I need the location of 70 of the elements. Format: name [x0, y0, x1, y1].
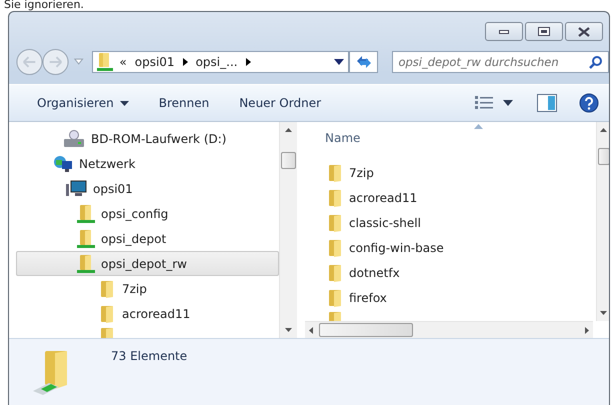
scrollbar[interactable] — [305, 321, 593, 338]
overflow-chevron[interactable]: « — [119, 55, 127, 69]
scroll-left-icon[interactable] — [309, 326, 313, 334]
minimize-icon — [499, 30, 509, 34]
tree-item[interactable]: Netzwerk — [16, 151, 279, 176]
scroll-up-icon[interactable] — [285, 128, 292, 132]
folder-icon — [100, 280, 116, 298]
close-button[interactable] — [565, 22, 603, 41]
folder-icon — [328, 164, 344, 182]
dropdown-icon[interactable] — [503, 100, 513, 106]
shared-folder-icon — [77, 228, 95, 248]
scroll-down-icon[interactable] — [600, 311, 607, 315]
file-item[interactable]: 7zip — [327, 160, 596, 185]
computer-icon — [65, 180, 87, 198]
folder-icon — [328, 188, 344, 206]
tree-item[interactable]: 7zip — [16, 276, 279, 301]
folder-icon — [328, 238, 344, 256]
file-item[interactable]: firefox — [327, 285, 596, 310]
tree-item[interactable]: opsi_config — [16, 201, 279, 226]
column-header[interactable]: Name — [325, 131, 360, 145]
scroll-thumb[interactable] — [598, 148, 609, 165]
address-bar[interactable]: « opsi01 opsi_... — [92, 51, 350, 73]
folder-icon — [100, 304, 116, 322]
shared-folder-icon — [97, 52, 114, 72]
tree-item[interactable]: opsi_depot — [16, 226, 279, 251]
dropdown-icon[interactable] — [334, 59, 344, 65]
scroll-thumb[interactable] — [281, 152, 296, 169]
view-options-icon[interactable] — [475, 96, 493, 110]
caption-text: Sie ignorieren. — [3, 0, 85, 11]
folder-icon — [328, 214, 344, 232]
breadcrumb[interactable]: opsi01 — [134, 55, 175, 69]
scrollbar[interactable] — [279, 122, 297, 338]
folder-icon — [328, 288, 344, 306]
shared-folder-icon — [77, 204, 95, 224]
breadcrumb[interactable]: opsi_... — [196, 55, 238, 69]
scrollbar[interactable] — [596, 122, 609, 321]
sort-arrow-icon — [474, 124, 483, 129]
help-icon[interactable] — [579, 93, 599, 113]
close-icon — [578, 26, 590, 36]
search-field[interactable]: opsi_depot_rw durchsuchen — [392, 51, 609, 73]
toolbar-button[interactable]: Neuer Ordner — [231, 93, 330, 113]
scroll-up-icon[interactable] — [600, 128, 607, 132]
network-icon — [53, 154, 73, 172]
item-count: 73 Elemente — [111, 349, 188, 363]
file-item[interactable]: acroread11 — [327, 185, 596, 210]
tree-item[interactable]: acroread11 — [16, 301, 279, 326]
file-item[interactable]: config-win-base — [327, 235, 596, 260]
tree-item[interactable]: opsi_depot_rw — [16, 251, 279, 276]
tree-item[interactable]: BD-ROM-Laufwerk (D:) — [16, 126, 279, 151]
minimize-button[interactable] — [485, 22, 523, 41]
scroll-right-icon[interactable] — [585, 326, 589, 334]
scroll-down-icon[interactable] — [285, 328, 292, 332]
refresh-button[interactable] — [349, 51, 378, 73]
scroll-thumb[interactable] — [319, 323, 413, 337]
refresh-icon — [354, 54, 373, 70]
maximize-icon — [538, 27, 550, 36]
shared-folder-icon — [77, 254, 95, 274]
search-icon — [589, 55, 603, 69]
drive-icon — [63, 130, 85, 148]
file-item[interactable]: dotnetfx — [327, 260, 596, 285]
toolbar-button[interactable]: Brennen — [150, 93, 218, 113]
organize-menu[interactable]: Organisieren — [29, 93, 137, 113]
caret-icon — [120, 100, 129, 106]
breadcrumb-arrow-icon[interactable] — [246, 58, 251, 66]
tree-item[interactable]: opsi01 — [16, 176, 279, 201]
breadcrumb-arrow-icon[interactable] — [182, 58, 188, 66]
preview-pane-icon[interactable] — [537, 94, 557, 112]
maximize-button[interactable] — [525, 22, 563, 41]
file-item[interactable]: classic-shell — [327, 210, 596, 235]
folder-icon — [328, 264, 344, 282]
